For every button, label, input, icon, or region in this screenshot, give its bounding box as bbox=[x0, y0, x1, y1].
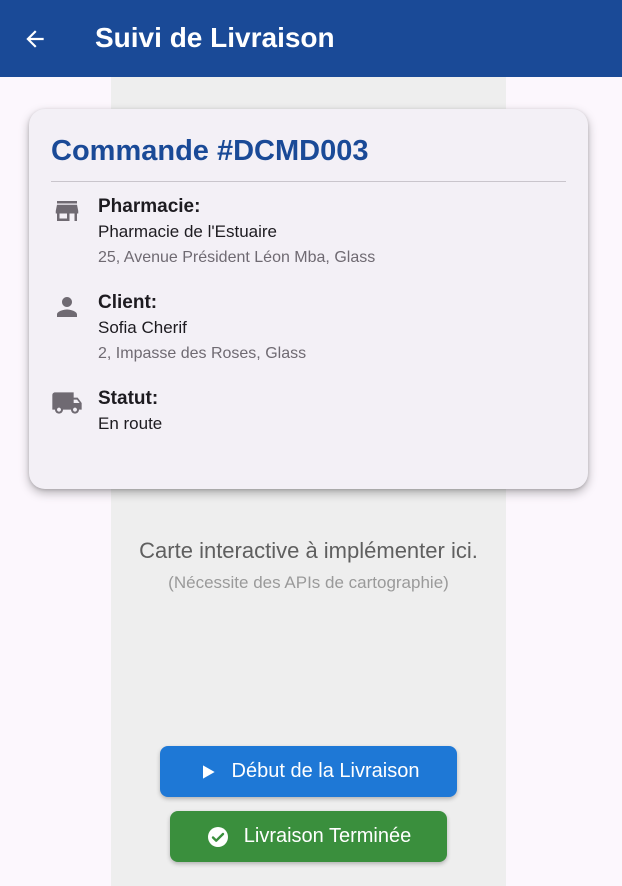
truck-icon bbox=[51, 387, 83, 419]
client-label: Client: bbox=[98, 292, 158, 313]
arrow-back-icon bbox=[26, 30, 44, 48]
map-placeholder-text: Carte interactive à implémenter ici. bbox=[139, 538, 478, 563]
page-title: Suivi de Livraison bbox=[95, 22, 335, 53]
back-button[interactable] bbox=[14, 18, 56, 60]
start-delivery-label: Début de la Livraison bbox=[231, 760, 420, 782]
person-icon bbox=[51, 291, 83, 323]
start-delivery-button[interactable]: Début de la Livraison bbox=[160, 746, 457, 797]
order-title: Commande #DCMD003 bbox=[51, 135, 369, 167]
map-placeholder-note: (Nécessite des APIs de cartographie) bbox=[168, 573, 449, 592]
play-icon bbox=[198, 762, 218, 782]
pharmacy-name: Pharmacie de l'Estuaire bbox=[98, 222, 277, 241]
delivery-done-label: Livraison Terminée bbox=[243, 825, 412, 847]
status-value: En route bbox=[98, 414, 163, 433]
divider bbox=[51, 181, 566, 182]
pharmacy-label: Pharmacie: bbox=[98, 196, 201, 217]
delivery-done-button[interactable]: Livraison Terminée bbox=[170, 811, 447, 862]
pharmacy-address: 25, Avenue Président Léon Mba, Glass bbox=[98, 249, 376, 266]
store-icon bbox=[51, 195, 83, 227]
app-bar: Suivi de Livraison bbox=[0, 0, 622, 77]
order-card: Commande #DCMD003 Pharmacie: Pharmacie d… bbox=[29, 109, 588, 489]
client-address: 2, Impasse des Roses, Glass bbox=[98, 345, 307, 362]
check-circle-icon bbox=[206, 825, 230, 849]
client-name: Sofia Cherif bbox=[98, 318, 187, 337]
status-label: Statut: bbox=[98, 388, 159, 409]
